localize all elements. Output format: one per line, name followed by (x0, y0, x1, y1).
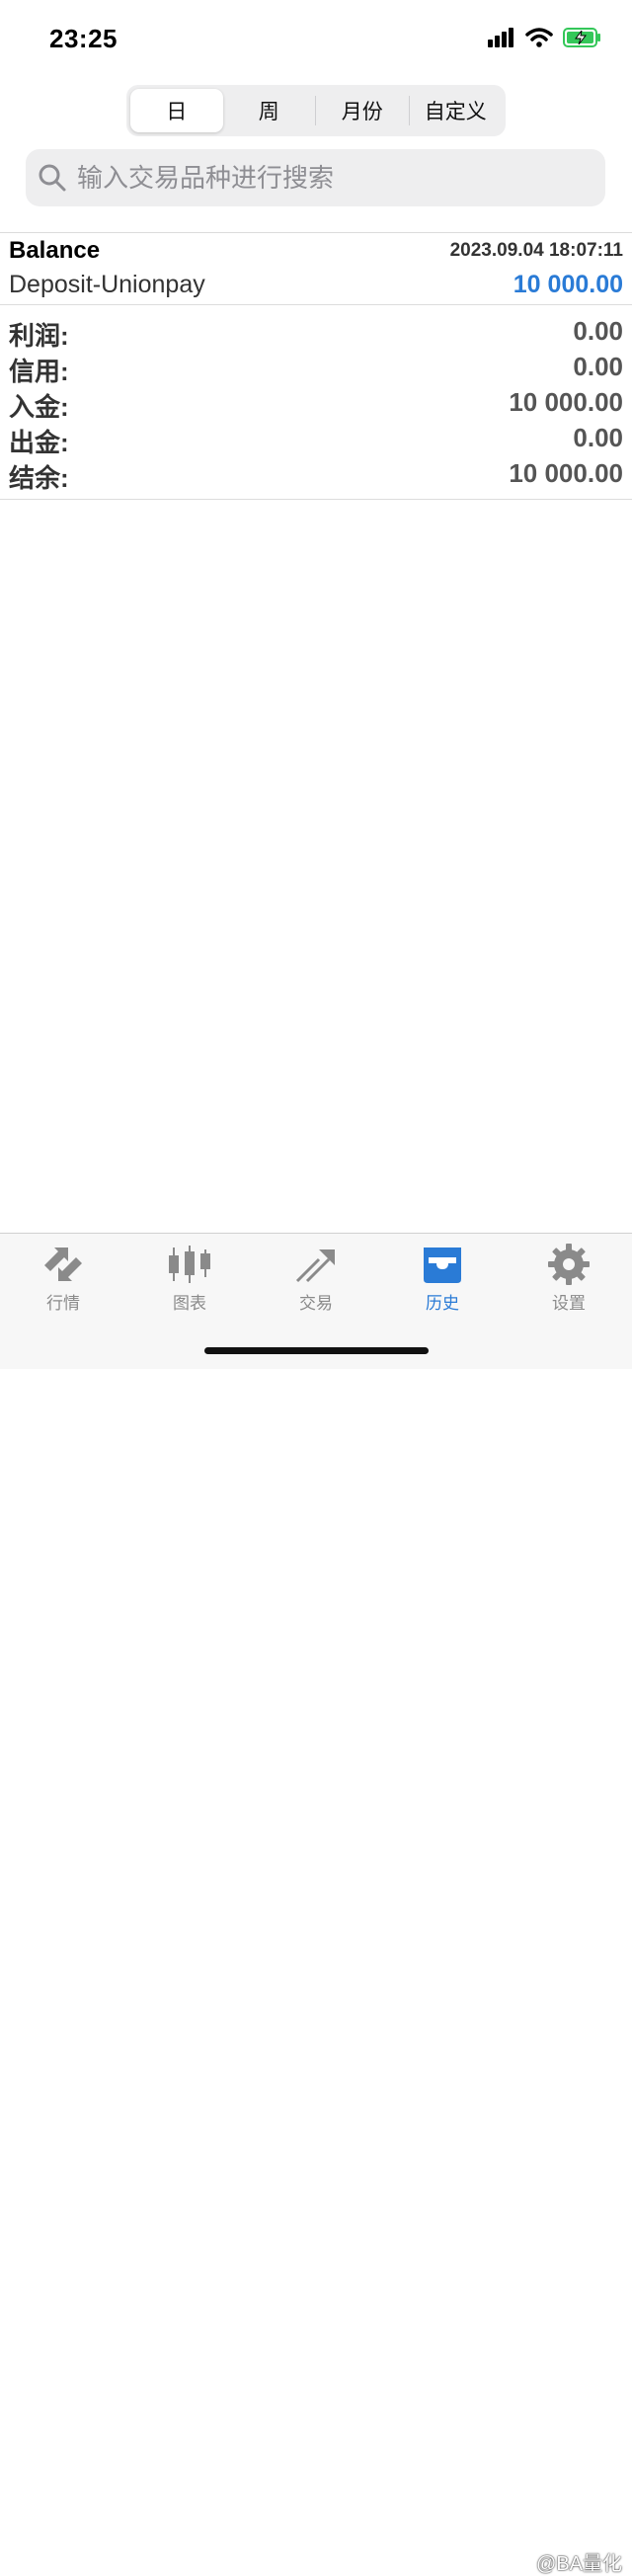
tab-label: 交易 (299, 1294, 333, 1313)
summary-value: 0.00 (573, 352, 623, 381)
summary-row-balance: 结余: 10 000.00 (0, 458, 632, 494)
divider (0, 232, 632, 233)
signal-icon (488, 28, 514, 47)
wifi-icon (525, 28, 553, 47)
summary-row-credit: 信用: 0.00 (0, 352, 632, 387)
record-description: Deposit-Unionpay (9, 271, 205, 298)
segment-month[interactable]: 月份 (316, 89, 409, 132)
tab-label: 设置 (552, 1294, 586, 1313)
watermark: @BA量化 (536, 2553, 622, 2575)
segment-day[interactable]: 日 (130, 89, 223, 132)
search-icon (39, 164, 66, 192)
summary-row-deposit: 入金: 10 000.00 (0, 387, 632, 423)
home-indicator (204, 1347, 429, 1354)
summary-row-withdrawal: 出金: 0.00 (0, 423, 632, 458)
summary-label: 入金: (9, 392, 69, 422)
summary-value: 10 000.00 (509, 458, 623, 488)
summary-label: 利润: (9, 321, 69, 351)
record-title[interactable]: Balance (9, 237, 100, 265)
divider (0, 304, 632, 305)
record-amount: 10 000.00 (513, 271, 623, 298)
tab-quotes[interactable]: 行情 (0, 1244, 126, 1323)
search-bar[interactable] (26, 149, 605, 206)
summary-label: 信用: (9, 357, 69, 386)
search-input[interactable] (75, 161, 573, 195)
quotes-icon (44, 1248, 82, 1281)
tab-trade[interactable]: 交易 (253, 1244, 379, 1323)
summary-value: 10 000.00 (509, 387, 623, 417)
gear-icon (548, 1244, 590, 1285)
chart-icon (169, 1246, 210, 1283)
tab-history[interactable]: 历史 (379, 1244, 506, 1323)
divider (0, 499, 632, 500)
tab-chart[interactable]: 图表 (126, 1244, 253, 1323)
status-bar: 23:25 (0, 0, 632, 79)
trade-icon (295, 1249, 335, 1283)
status-icons (488, 28, 602, 47)
segment-week[interactable]: 周 (223, 89, 316, 132)
segment-custom[interactable]: 自定义 (410, 89, 503, 132)
summary-label: 出金: (9, 428, 69, 457)
summary-value: 0.00 (573, 316, 623, 346)
record-datetime: 2023.09.04 18:07:11 (449, 240, 623, 261)
tab-settings[interactable]: 设置 (506, 1244, 632, 1323)
status-time: 23:25 (49, 24, 118, 53)
period-segmented-control: 日 周 月份 自定义 (126, 85, 506, 136)
tab-label: 图表 (173, 1294, 206, 1313)
battery-icon (563, 28, 600, 47)
summary-label: 结余: (9, 463, 69, 493)
history-icon (424, 1248, 461, 1283)
tab-label: 历史 (426, 1294, 459, 1313)
summary-value: 0.00 (573, 423, 623, 452)
tab-label: 行情 (46, 1294, 80, 1313)
summary-row-profit: 利润: 0.00 (0, 316, 632, 352)
